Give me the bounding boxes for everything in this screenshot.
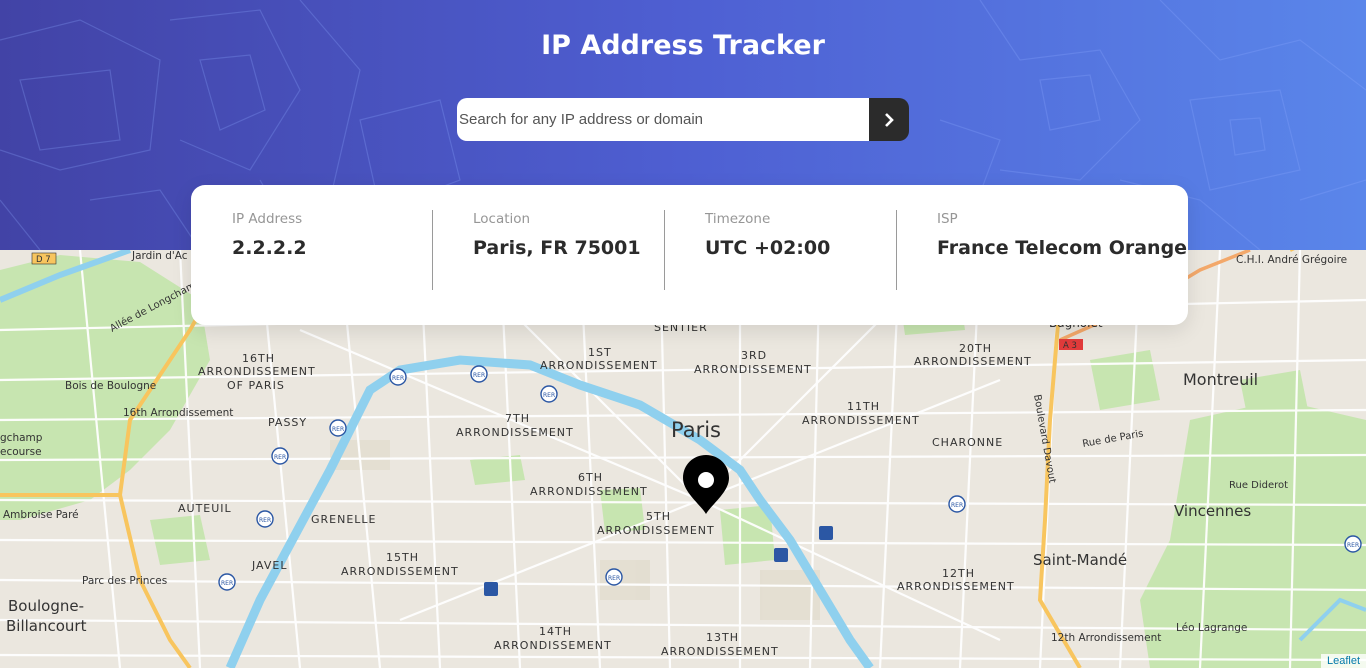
search-form	[457, 98, 909, 141]
rer-icon: RER	[540, 385, 558, 403]
map-label: gchamp	[0, 432, 43, 444]
rer-icon: RER	[389, 368, 407, 386]
ip-info-card: IP Address 2.2.2.2 Location Paris, FR 75…	[191, 185, 1188, 325]
map-label: CHARONNE	[932, 436, 1003, 449]
map-label: Boulogne-	[8, 597, 84, 615]
map-label: 16th Arrondissement	[123, 407, 233, 419]
svg-text:RER: RER	[221, 580, 233, 587]
timezone-value: UTC +02:00	[705, 237, 831, 259]
map-label: Bois de Boulogne	[65, 380, 156, 392]
map-label: Léo Lagrange	[1176, 622, 1247, 634]
map-label: 13TH	[706, 631, 739, 644]
map-label: C.H.I. André Grégoire	[1236, 254, 1347, 266]
svg-text:RER: RER	[473, 372, 485, 379]
map-label-city: Paris	[671, 418, 721, 442]
map-label: 12TH	[942, 567, 975, 580]
map-label: 7TH	[505, 412, 530, 425]
timezone-section: Timezone UTC +02:00	[664, 185, 896, 325]
map-label: ARRONDISSEMENT	[198, 365, 316, 378]
map-label: Jardin d'Ac	[131, 250, 188, 262]
rer-icon: RER	[605, 568, 623, 586]
map-label: D 7	[36, 255, 51, 265]
rer-icon: RER	[1344, 535, 1362, 553]
map-label: 5TH	[646, 510, 671, 523]
map-label: JAVEL	[251, 559, 287, 572]
map-label: 6TH	[578, 471, 603, 484]
map-label: 11TH	[847, 400, 880, 413]
map-label: ARRONDISSEMENT	[897, 580, 1015, 593]
map-label: ecourse	[0, 446, 42, 458]
rer-icon: RER	[218, 573, 236, 591]
divider	[664, 210, 665, 290]
map-label: PASSY	[268, 416, 307, 429]
map-label: 1ST	[588, 346, 612, 359]
ip-address-label: IP Address	[232, 211, 303, 227]
page-title: IP Address Tracker	[541, 30, 825, 61]
map-label: ARRONDISSEMENT	[597, 524, 715, 537]
isp-label: ISP	[937, 211, 958, 227]
svg-text:RER: RER	[392, 375, 404, 382]
divider	[896, 210, 897, 290]
timezone-label: Timezone	[705, 211, 771, 227]
search-submit-button[interactable]	[869, 98, 909, 141]
svg-text:RER: RER	[259, 517, 271, 524]
map-attribution-link[interactable]: Leaflet	[1320, 654, 1366, 668]
location-section: Location Paris, FR 75001	[432, 185, 664, 325]
isp-value: France Telecom Orange	[937, 237, 1188, 259]
map-label: ARRONDISSEMENT	[661, 645, 779, 658]
map-label: Billancourt	[6, 617, 87, 635]
rer-icon: RER	[271, 447, 289, 465]
map-label: Parc des Princes	[82, 575, 167, 587]
svg-text:RER: RER	[951, 502, 963, 509]
map-label: ARRONDISSEMENT	[530, 485, 648, 498]
map-label: 20TH	[959, 342, 992, 355]
map-label: Saint-Mandé	[1033, 551, 1127, 569]
ip-address-section: IP Address 2.2.2.2	[191, 185, 432, 325]
divider	[432, 210, 433, 290]
rer-icon: RER	[948, 495, 966, 513]
map-label: OF PARIS	[227, 379, 285, 392]
map-label: ARRONDISSEMENT	[341, 565, 459, 578]
map-label: ARRONDISSEMENT	[914, 355, 1032, 368]
isp-section: ISP France Telecom Orange	[896, 185, 1188, 325]
map-label: Montreuil	[1183, 370, 1258, 389]
map-label: ARRONDISSEMENT	[456, 426, 574, 439]
rer-icon: RER	[470, 365, 488, 383]
rer-icon: RER	[329, 419, 347, 437]
location-value: Paris, FR 75001	[473, 237, 641, 259]
map-label: 12th Arrondissement	[1051, 632, 1161, 644]
search-input[interactable]	[457, 98, 869, 141]
map-label: ARRONDISSEMENT	[694, 363, 812, 376]
map-label: AUTEUIL	[178, 502, 232, 515]
svg-text:RER: RER	[543, 392, 555, 399]
rer-icon: RER	[256, 510, 274, 528]
location-label: Location	[473, 211, 531, 227]
map-label: 16TH	[242, 352, 275, 365]
map-label: Vincennes	[1174, 502, 1251, 520]
map-label: Rue Diderot	[1229, 480, 1288, 491]
map-label: 3RD	[741, 349, 767, 362]
map-label: 15TH	[386, 551, 419, 564]
chevron-right-icon	[885, 112, 894, 127]
svg-text:RER: RER	[332, 426, 344, 433]
map-label: ARRONDISSEMENT	[494, 639, 612, 652]
map-label: GRENELLE	[311, 513, 377, 526]
map-label: A 3	[1063, 341, 1077, 351]
ip-address-value: 2.2.2.2	[232, 237, 307, 259]
map-label: ARRONDISSEMENT	[540, 359, 658, 372]
map-label: ARRONDISSEMENT	[802, 414, 920, 427]
svg-text:RER: RER	[1347, 542, 1359, 549]
svg-text:RER: RER	[274, 454, 286, 461]
map-label: Ambroise Paré	[3, 509, 79, 521]
map-label: 14TH	[539, 625, 572, 638]
svg-text:RER: RER	[608, 575, 620, 582]
